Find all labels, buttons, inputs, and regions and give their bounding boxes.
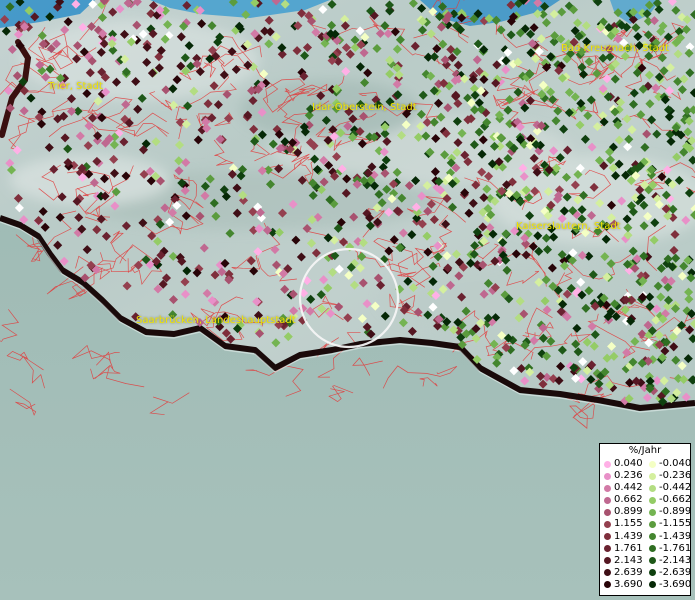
legend-value-positive: 2.143 [614,554,643,566]
legend-row: 1.761 -1.761 [600,542,692,555]
legend-swatch-positive [604,508,611,516]
legend-row: 2.639 -2.639 [600,566,692,579]
legend-swatch-negative [649,460,656,468]
legend-swatch-negative [649,569,656,577]
legend-value-positive: 3.690 [614,578,643,590]
legend-rows: 0.040 -0.040 0.236 -0.236 0.442 -0.442 0.662 -0… [600,458,692,591]
legend-value-positive: 0.442 [614,482,643,494]
legend-value-negative: -3.690 [659,578,692,590]
legend-swatch-negative [649,508,656,516]
legend-value-positive: 1.439 [614,530,643,542]
legend-value-positive: 1.155 [614,518,643,530]
legend-swatch-positive [604,472,611,480]
legend-title: %/Jahr [628,445,662,456]
legend-row: 1.439 -1.439 [600,530,692,543]
legend-value-negative: -0.236 [659,470,692,482]
legend-value-negative: -1.761 [659,542,692,554]
legend-swatch-positive [604,520,611,528]
city-label-idar-oberstein: Idar-Oberstein, Stadt [312,102,417,113]
city-label-kaiserslautern: Kaiserslautern, Stadt [516,221,621,232]
legend-value-negative: -0.040 [659,458,692,469]
legend-swatch-negative [649,557,656,565]
legend-value-positive: 0.899 [614,506,643,518]
legend-swatch-negative [649,533,656,541]
city-label-bad-kreuznach: Bad Kreuznach, Stadt [561,43,670,54]
legend-row: 0.040 -0.040 [600,458,692,470]
legend-swatch-negative [649,581,656,589]
legend-value-positive: 0.040 [614,458,643,469]
legend-row: 1.155 -1.155 [600,518,692,530]
legend-value-negative: -0.442 [659,482,692,494]
legend-row: 3.690 -3.690 [600,578,692,591]
legend-value-negative: -1.439 [659,530,692,542]
legend-value-negative: -1.155 [659,518,692,530]
map-canvas[interactable]: Trier, Stadt Idar-Oberstein, Stadt Bad K… [0,0,695,600]
legend-row: 0.442 -0.442 [600,482,692,494]
legend-swatch-negative [649,484,656,492]
legend-value-negative: -0.662 [659,494,692,506]
legend-swatch-positive [604,545,611,553]
legend-value-negative: -2.143 [659,554,692,566]
legend-swatch-positive [604,460,611,468]
legend: %/Jahr 0.040 -0.040 0.236 -0.236 0.442 -0.442… [599,443,691,596]
legend-value-positive: 1.761 [614,542,643,554]
legend-swatch-positive [604,557,611,565]
legend-swatch-positive [604,581,611,589]
legend-value-negative: -0.899 [659,506,692,518]
map-layers [0,0,695,600]
legend-value-negative: -2.639 [659,566,692,578]
legend-swatch-negative [649,520,656,528]
legend-value-positive: 0.662 [614,494,643,506]
legend-row: 0.662 -0.662 [600,494,692,506]
legend-row: 0.236 -0.236 [600,470,692,482]
city-label-saarbruecken: Saarbrücken, Landeshauptstadt [136,315,296,326]
legend-row: 0.899 -0.899 [600,506,692,518]
legend-swatch-negative [649,545,656,553]
legend-swatch-negative [649,472,656,480]
legend-value-positive: 2.639 [614,566,643,578]
legend-row: 2.143 -2.143 [600,554,692,567]
city-label-trier: Trier, Stadt [48,81,103,92]
legend-swatch-positive [604,496,611,504]
legend-swatch-negative [649,496,656,504]
legend-swatch-positive [604,569,611,577]
legend-value-positive: 0.236 [614,470,643,482]
legend-swatch-positive [604,484,611,492]
legend-swatch-positive [604,533,611,541]
